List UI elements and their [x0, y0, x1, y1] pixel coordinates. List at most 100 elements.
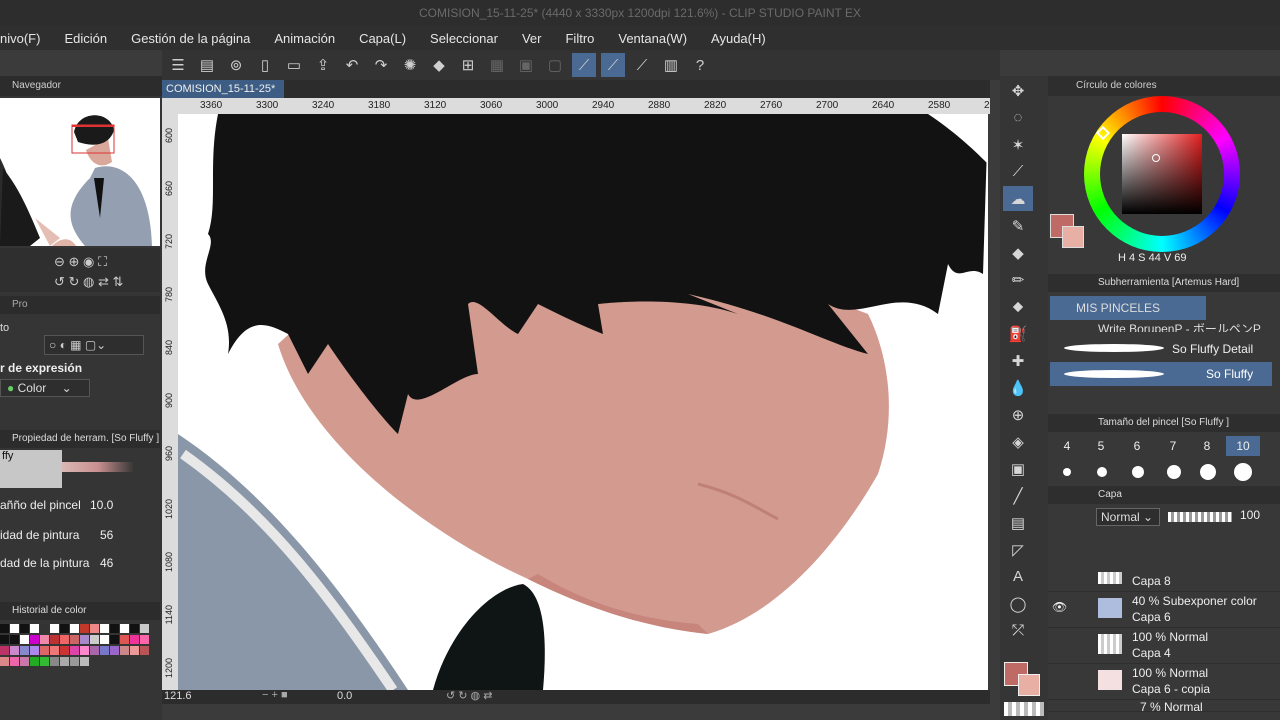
size-4[interactable]: 4 [1050, 436, 1084, 456]
menu-ver[interactable]: Ver [522, 31, 542, 46]
palette-swatch[interactable] [120, 635, 129, 644]
palette-swatch[interactable] [60, 646, 69, 655]
palette-swatch[interactable] [100, 624, 109, 633]
menu-ventana[interactable]: Ventana(W) [618, 31, 687, 46]
brush-item-fluffy[interactable]: So Fluffy [1050, 362, 1272, 386]
palette-swatch[interactable] [90, 635, 99, 644]
menu-edicion[interactable]: Edición [64, 31, 107, 46]
layer-row[interactable]: 👁 40 % Subexponer color Capa 6 [1048, 592, 1280, 628]
palette-swatch[interactable] [130, 635, 139, 644]
airbrush-tool-icon[interactable]: ⛽ [1003, 321, 1033, 346]
fill-tool-icon[interactable]: ◈ [1003, 429, 1033, 454]
palette-swatch[interactable] [60, 624, 69, 633]
menu-ayuda[interactable]: Ayuda(H) [711, 31, 766, 46]
blur-tool-icon[interactable]: 💧 [1003, 375, 1033, 400]
new-icon[interactable]: ▤ [195, 53, 219, 77]
blend-tool-icon[interactable]: ⬥ [1003, 294, 1033, 319]
transform-icon[interactable]: ⊞ [456, 53, 480, 77]
menu-seleccionar[interactable]: Seleccionar [430, 31, 498, 46]
menu-filtro[interactable]: Filtro [565, 31, 594, 46]
save-icon[interactable]: ⇪ [311, 53, 335, 77]
palette-swatch[interactable] [120, 646, 129, 655]
blend-mode-select[interactable]: Normal ⌄ [1096, 508, 1160, 526]
palette-swatch[interactable] [30, 657, 39, 666]
layer-row[interactable]: 7 % Normal [1048, 700, 1280, 714]
transparent-swatch[interactable] [1004, 702, 1044, 716]
menu-capa[interactable]: Capa(L) [359, 31, 406, 46]
open-folder-icon[interactable]: ▭ [282, 53, 306, 77]
size-5[interactable]: 5 [1084, 436, 1118, 456]
snap-special-icon[interactable]: ⟋ [601, 53, 625, 77]
palette-swatch[interactable] [110, 646, 119, 655]
palette-swatch[interactable] [40, 624, 49, 633]
menu-icon[interactable]: ☰ [166, 53, 190, 77]
palette-swatch[interactable] [0, 624, 9, 633]
sv-cursor[interactable] [1152, 154, 1160, 162]
lasso-tool-icon[interactable]: ◌ [1003, 105, 1033, 130]
palette-swatch[interactable] [40, 657, 49, 666]
palette-swatch[interactable] [20, 657, 29, 666]
rotation-value[interactable]: 0.0 [337, 690, 352, 702]
crop-icon[interactable]: ▦ [485, 53, 509, 77]
palette-swatch[interactable] [30, 624, 39, 633]
palette-swatch[interactable] [50, 624, 59, 633]
new-file-icon[interactable]: ▯ [253, 53, 277, 77]
rotate-controls-icon[interactable]: ↺ ↻ ◍ ⇄ ⇅ [54, 274, 123, 290]
loading-icon[interactable]: ✺ [398, 53, 422, 77]
palette-swatch[interactable] [10, 646, 19, 655]
palette-swatch[interactable] [70, 635, 79, 644]
palette-swatch[interactable] [80, 624, 89, 633]
layer-row[interactable]: 100 % Normal Capa 4 [1048, 628, 1280, 664]
palette-swatch[interactable] [0, 646, 9, 655]
decoration-tool-icon[interactable]: ✚ [1003, 348, 1033, 373]
palette-swatch[interactable] [90, 624, 99, 633]
deselect-icon[interactable]: ▢ [543, 53, 567, 77]
snap-ruler-icon[interactable]: ⟋ [572, 53, 596, 77]
text-tool-icon[interactable]: A [1003, 564, 1033, 589]
size-6[interactable]: 6 [1120, 436, 1154, 456]
palette-swatch[interactable] [0, 657, 9, 666]
magic-wand-icon[interactable]: ✶ [1003, 132, 1033, 157]
select-all-icon[interactable]: ▣ [514, 53, 538, 77]
size-10[interactable]: 10 [1226, 436, 1260, 456]
brush-group-tab[interactable]: MIS PINCELES [1050, 296, 1206, 320]
palette-swatch[interactable] [70, 646, 79, 655]
gradient-tool-icon[interactable]: ▣ [1003, 456, 1033, 481]
eyedropper-icon[interactable]: ⟋ [1003, 159, 1033, 184]
layer-row[interactable]: 100 % Normal Capa 6 - copia [1048, 664, 1280, 700]
palette-swatch[interactable] [10, 635, 19, 644]
expression-select[interactable]: ● Color ⌄ [0, 379, 90, 397]
brush-size-value[interactable]: 10.0 [90, 498, 113, 512]
palette-swatch[interactable] [80, 635, 89, 644]
palette-swatch[interactable] [90, 646, 99, 655]
palette-swatch[interactable] [100, 646, 109, 655]
zoom-value[interactable]: 121.6 [164, 690, 192, 702]
opacity-value[interactable]: 100 [1240, 508, 1260, 522]
eraser-tool-icon[interactable]: ◆ [1003, 240, 1033, 265]
color-history-grid[interactable] [0, 624, 150, 667]
balloon-tool-icon[interactable]: ◯ [1003, 591, 1033, 616]
sub-color-swatch[interactable] [1018, 674, 1040, 696]
palette-swatch[interactable] [30, 646, 39, 655]
palette-swatch[interactable] [10, 624, 19, 633]
wheel-sub-color[interactable] [1062, 226, 1084, 248]
palette-swatch[interactable] [50, 635, 59, 644]
brush-tool-icon[interactable]: ☁ [1003, 186, 1033, 211]
redo-icon[interactable]: ↷ [369, 53, 393, 77]
palette-swatch[interactable] [110, 635, 119, 644]
palette-swatch[interactable] [50, 646, 59, 655]
palette-swatch[interactable] [20, 646, 29, 655]
palette-swatch[interactable] [100, 635, 109, 644]
palette-swatch[interactable] [80, 646, 89, 655]
ruler-tool-icon[interactable]: ◸ [1003, 537, 1033, 562]
palette-swatch[interactable] [60, 657, 69, 666]
palette-swatch[interactable] [40, 635, 49, 644]
document-tab[interactable]: COMISION_15-11-25* [162, 80, 284, 98]
help-icon[interactable]: ? [688, 53, 712, 77]
zoom-buttons-icon[interactable]: − + ■ [262, 689, 288, 701]
palette-swatch[interactable] [140, 624, 149, 633]
palette-swatch[interactable] [20, 624, 29, 633]
figure-tool-icon[interactable]: ⊕ [1003, 402, 1033, 427]
pencil-tool-icon[interactable]: ✏ [1003, 267, 1033, 292]
paint-amount-value[interactable]: 46 [100, 556, 113, 570]
